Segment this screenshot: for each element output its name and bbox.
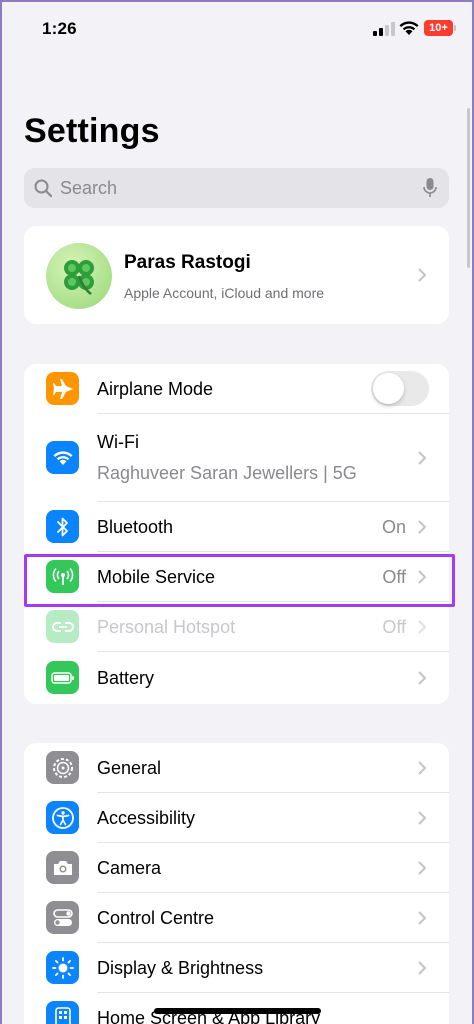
microphone-icon[interactable] [423, 178, 437, 198]
settings-row-control-centre[interactable]: Control Centre [24, 893, 449, 943]
home-indicator[interactable] [154, 1008, 321, 1014]
settings-row-wifi[interactable]: Wi-Fi Raghuveer Saran Jewellers | 5G [24, 414, 449, 502]
bluetooth-value: On [381, 517, 406, 537]
account-name: Paras Rastogi [124, 252, 251, 273]
chevron-right-icon [418, 520, 426, 534]
accessibility-label: Accessibility [97, 808, 196, 828]
airplane-mode-toggle[interactable] [371, 371, 429, 406]
bluetooth-label: Bluetooth [97, 517, 174, 537]
settings-row-bluetooth[interactable]: Bluetooth On [24, 502, 449, 552]
antenna-icon [46, 560, 79, 593]
chevron-right-icon [418, 811, 426, 825]
chevron-right-icon [418, 451, 426, 465]
wifi-label: Wi-Fi [97, 432, 139, 452]
display-brightness-label: Display & Brightness [97, 958, 264, 978]
chevron-right-icon [418, 268, 426, 282]
status-time: 1:26 [42, 19, 77, 38]
scrollbar[interactable] [467, 108, 470, 268]
switches-icon [46, 901, 79, 934]
wifi-status-icon [399, 21, 419, 35]
gear-icon [46, 751, 79, 784]
status-bar: 1:26 10+ [0, 0, 474, 60]
sun-icon [46, 951, 79, 984]
chevron-right-icon [418, 761, 426, 775]
mobile-service-label: Mobile Service [97, 567, 216, 587]
camera-icon [46, 851, 79, 884]
mobile-service-value: Off [382, 567, 406, 587]
battery-icon [46, 661, 79, 694]
airplane-icon [46, 372, 79, 405]
hotspot-icon [46, 610, 79, 643]
camera-label: Camera [97, 858, 162, 878]
home-screen-icon [46, 1001, 79, 1024]
personal-hotspot-value: Off [382, 617, 406, 637]
cellular-signal-icon [373, 22, 395, 36]
general-card: General Accessibility Camera Control Cen… [24, 743, 449, 1024]
wifi-network-name: Raghuveer Saran Jewellers | 5G [97, 463, 357, 483]
general-label: General [97, 758, 162, 778]
airplane-mode-label: Airplane Mode [97, 379, 214, 399]
page-title: Settings [24, 112, 160, 150]
search-input[interactable] [60, 168, 420, 208]
settings-row-airplane-mode[interactable]: Airplane Mode [24, 364, 449, 414]
settings-row-battery[interactable]: Battery [24, 652, 449, 704]
settings-row-display-brightness[interactable]: Display & Brightness [24, 943, 449, 993]
settings-row-camera[interactable]: Camera [24, 843, 449, 893]
account-card[interactable]: Paras Rastogi Apple Account, iCloud and … [24, 226, 449, 324]
personal-hotspot-label: Personal Hotspot [97, 617, 236, 637]
search-bar[interactable] [24, 168, 449, 208]
chevron-right-icon [418, 671, 426, 685]
settings-row-mobile-service[interactable]: Mobile Service Off [24, 552, 449, 602]
battery-status-icon: 10+ [424, 20, 456, 36]
control-centre-label: Control Centre [97, 908, 215, 928]
bluetooth-icon [46, 510, 79, 543]
connectivity-card: Airplane Mode Wi-Fi Raghuveer Saran Jewe… [24, 364, 449, 704]
account-subtitle: Apple Account, iCloud and more [124, 285, 325, 301]
avatar [46, 243, 112, 309]
battery-label: Battery [97, 668, 155, 688]
wifi-icon [46, 441, 79, 474]
search-icon [34, 179, 52, 197]
chevron-right-icon [418, 911, 426, 925]
chevron-right-icon [418, 861, 426, 875]
clover-icon [64, 260, 94, 295]
accessibility-icon [46, 801, 79, 834]
settings-row-general[interactable]: General [24, 743, 449, 793]
chevron-right-icon [418, 961, 426, 975]
chevron-right-icon [418, 570, 426, 584]
chevron-right-icon [418, 620, 426, 634]
settings-row-personal-hotspot: Personal Hotspot Off [24, 602, 449, 652]
settings-row-accessibility[interactable]: Accessibility [24, 793, 449, 843]
